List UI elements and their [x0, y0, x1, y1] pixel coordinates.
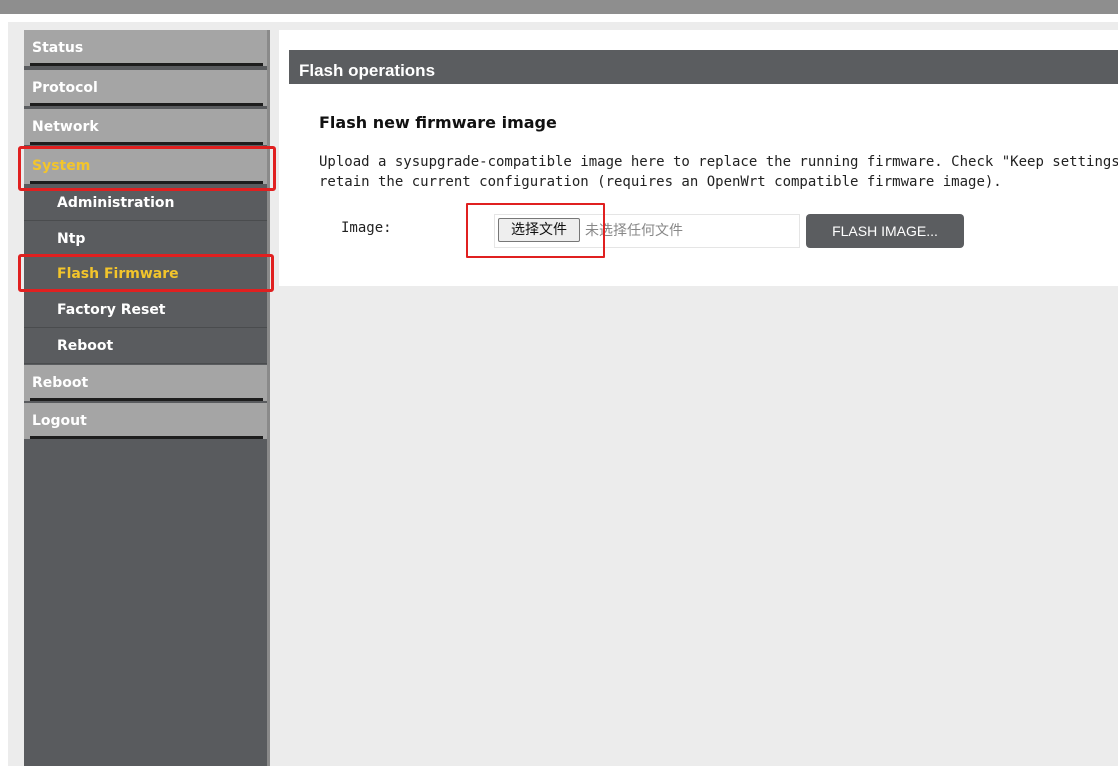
- highlight-system: [18, 146, 276, 191]
- description: Upload a sysupgrade-compatible image her…: [319, 152, 1118, 192]
- sidebar-item-network[interactable]: Network: [24, 109, 267, 145]
- sidebar-item-status[interactable]: Status: [24, 30, 267, 66]
- divider: [30, 398, 263, 401]
- divider: [30, 142, 263, 145]
- sidebar-item-logout[interactable]: Logout: [24, 403, 267, 439]
- section-title: Flash new firmware image: [319, 113, 557, 132]
- sidebar-item-label: Reboot: [32, 375, 89, 391]
- left-edge: [0, 22, 8, 766]
- divider: [30, 103, 263, 106]
- highlight-flash-firmware: [18, 254, 274, 292]
- flash-image-button[interactable]: FLASH IMAGE...: [806, 214, 964, 248]
- sidebar-subitem-factory-reset[interactable]: Factory Reset: [24, 292, 267, 328]
- sidebar: Status Protocol Network System Administr…: [24, 30, 267, 766]
- top-spacer: [0, 14, 1118, 22]
- sidebar-subitem-label: Reboot: [57, 338, 114, 354]
- sidebar-item-label: Logout: [32, 413, 87, 429]
- sidebar-item-label: Network: [32, 119, 99, 135]
- description-line: Upload a sysupgrade-compatible image her…: [319, 154, 1118, 170]
- sidebar-subitem-label: Ntp: [57, 231, 86, 247]
- highlight-choose-file: [466, 203, 605, 258]
- sidebar-item-label: Status: [32, 40, 84, 56]
- divider: [30, 63, 263, 66]
- sidebar-item-label: Protocol: [32, 80, 98, 96]
- sidebar-subitem-label: Factory Reset: [57, 302, 166, 318]
- image-label: Image:: [341, 220, 392, 236]
- browser-top-bar: [0, 0, 1118, 14]
- sidebar-subitem-reboot[interactable]: Reboot: [24, 328, 267, 364]
- description-line: retain the current configuration (requir…: [319, 174, 1002, 190]
- page-title: Flash operations: [289, 50, 1118, 84]
- sidebar-subitem-ntp[interactable]: Ntp: [24, 221, 267, 257]
- sidebar-item-reboot[interactable]: Reboot: [24, 365, 267, 401]
- divider: [30, 436, 263, 439]
- sidebar-item-protocol[interactable]: Protocol: [24, 70, 267, 106]
- sidebar-subitem-label: Administration: [57, 195, 175, 211]
